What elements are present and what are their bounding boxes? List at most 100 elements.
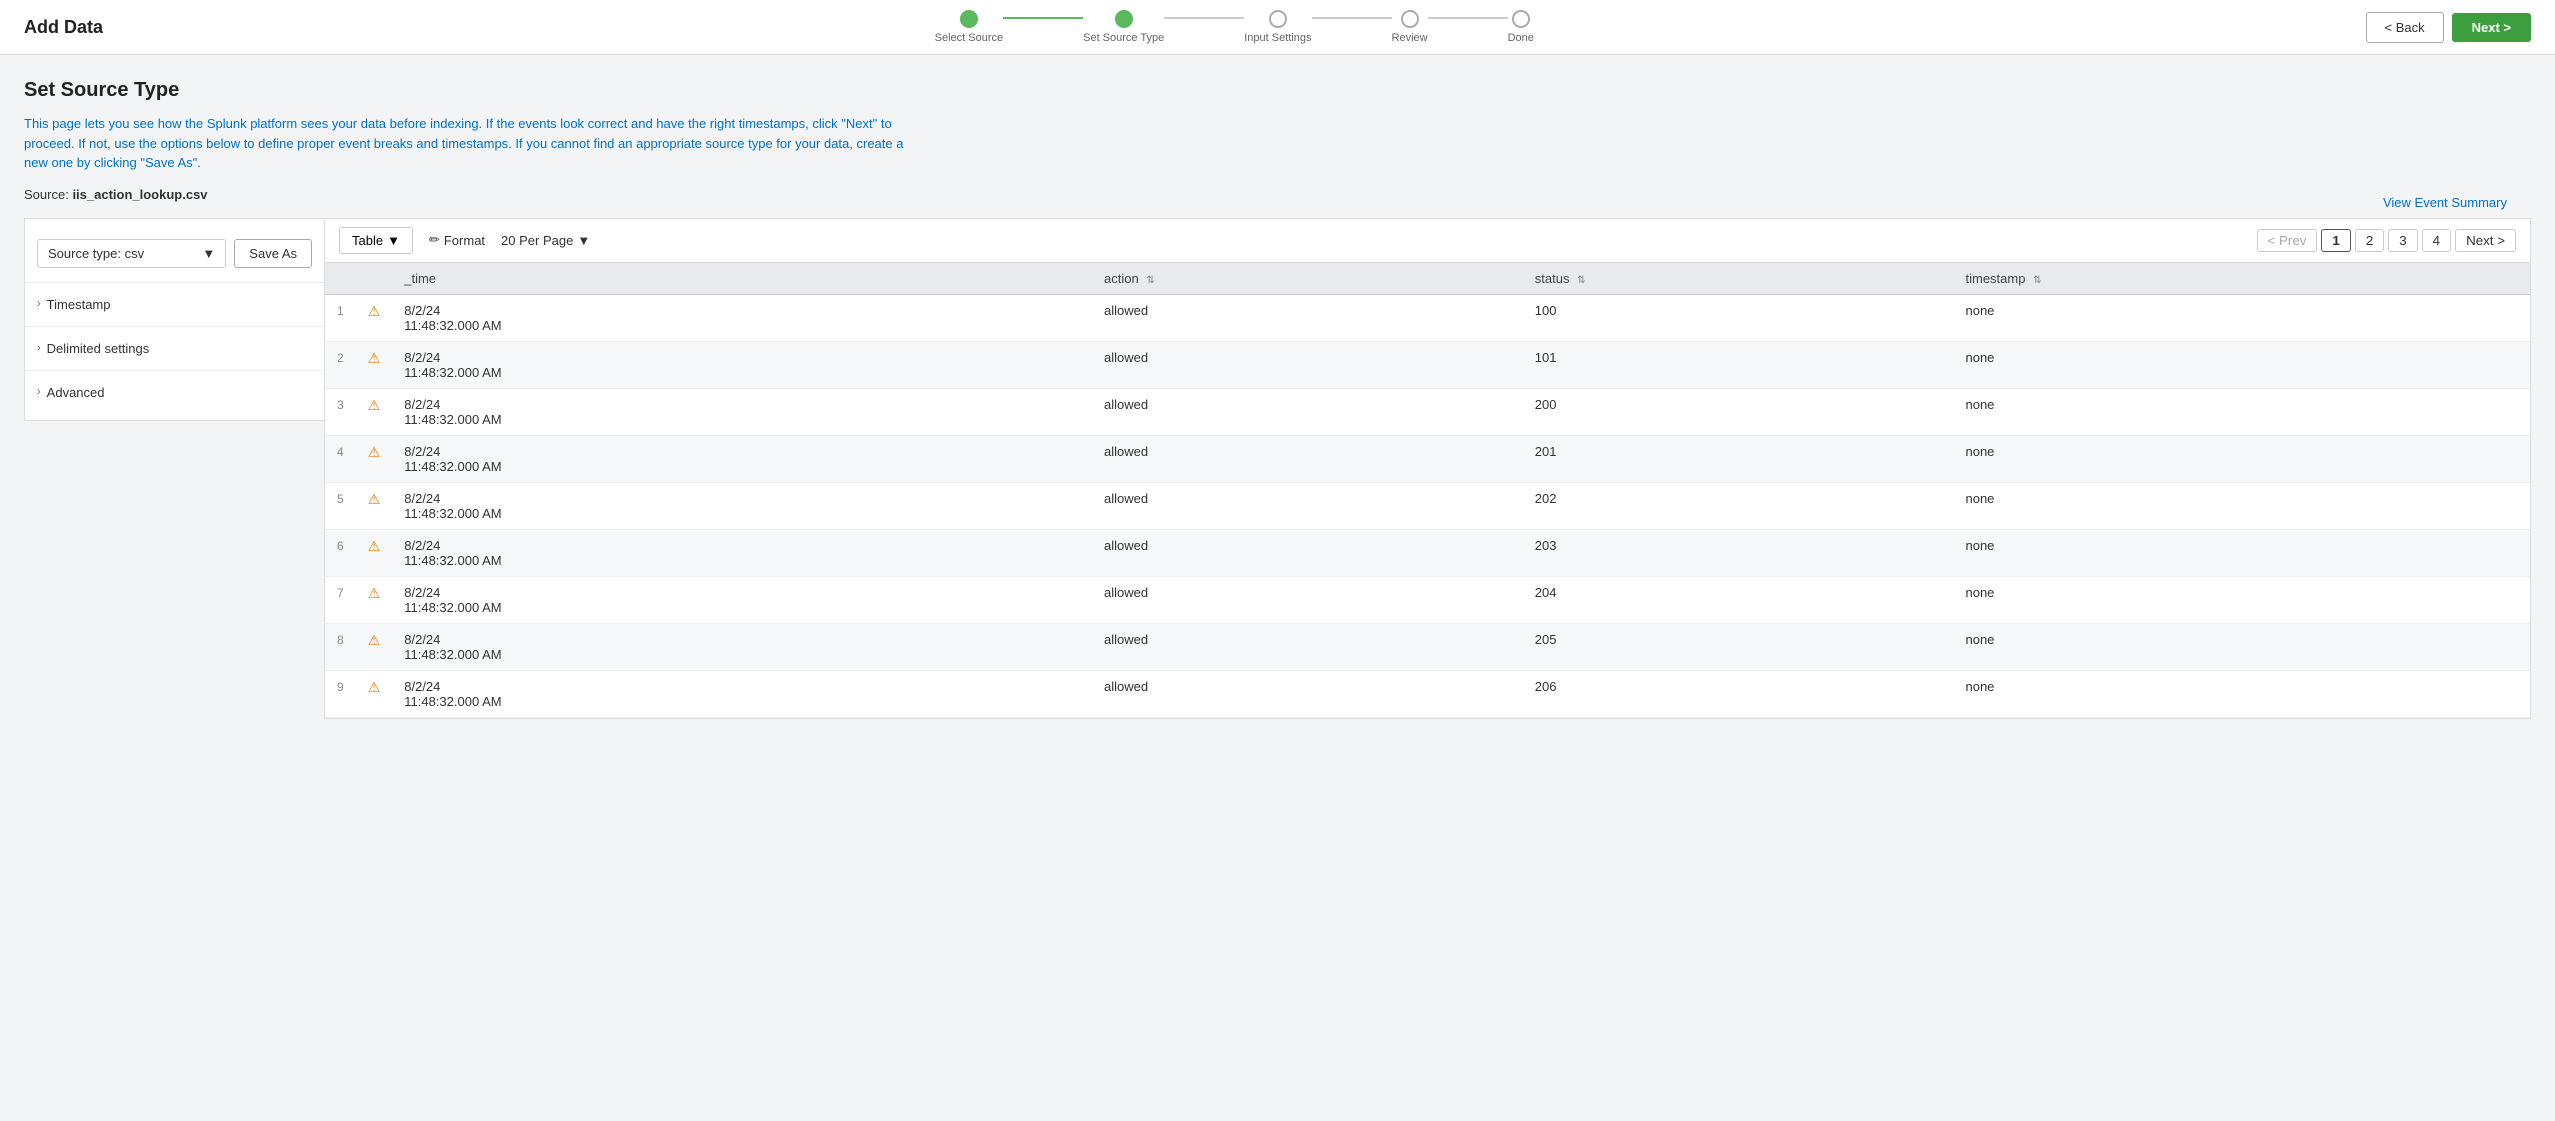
source-value: iis_action_lookup.csv	[72, 187, 207, 202]
row-status-8: 205	[1523, 623, 1954, 670]
format-button[interactable]: ✏ Format	[429, 232, 485, 248]
panel-section-timestamp[interactable]: › Timestamp	[25, 289, 324, 320]
row-warn-3: ⚠	[356, 388, 393, 435]
source-type-label: Source type: csv	[48, 246, 144, 261]
back-button[interactable]: < Back	[2366, 12, 2444, 43]
row-action-5: allowed	[1092, 482, 1523, 529]
panel-divider-2	[25, 326, 324, 327]
page-2-button[interactable]: 2	[2355, 229, 2384, 252]
table-row: 4 ⚠ 8/2/24 11:48:32.000 AM allowed 201 n…	[325, 435, 2530, 482]
set-source-type-title: Set Source Type	[24, 79, 2531, 102]
warning-icon: ⚠	[368, 538, 381, 554]
page-3-button[interactable]: 3	[2388, 229, 2417, 252]
row-time-2: 8/2/24 11:48:32.000 AM	[392, 341, 1092, 388]
row-status-1: 100	[1523, 294, 1954, 341]
step-label-5: Done	[1508, 32, 1534, 44]
row-warn-9: ⚠	[356, 670, 393, 717]
row-timestamp-3: none	[1953, 388, 2530, 435]
col-header-warn	[356, 263, 393, 295]
source-row: Source: iis_action_lookup.csv View Event…	[24, 187, 2531, 218]
row-num-7: 7	[325, 576, 356, 623]
row-action-9: allowed	[1092, 670, 1523, 717]
step-label-1: Select Source	[935, 32, 1003, 44]
chevron-icon-delimited: ›	[37, 342, 41, 354]
step-circle-2	[1115, 10, 1133, 28]
row-time-8: 8/2/24 11:48:32.000 AM	[392, 623, 1092, 670]
step-set-source-type: Set Source Type	[1083, 10, 1164, 44]
page-title-header: Add Data	[24, 17, 103, 38]
row-num-9: 9	[325, 670, 356, 717]
view-event-summary-link[interactable]: View Event Summary	[2383, 195, 2507, 210]
dropdown-arrow: ▼	[202, 246, 215, 261]
row-time-3: 8/2/24 11:48:32.000 AM	[392, 388, 1092, 435]
row-num-5: 5	[325, 482, 356, 529]
row-timestamp-2: none	[1953, 341, 2530, 388]
panel-divider-1	[25, 282, 324, 283]
panel-divider-3	[25, 370, 324, 371]
panel-section-delimited[interactable]: › Delimited settings	[25, 333, 324, 364]
row-warn-6: ⚠	[356, 529, 393, 576]
row-action-2: allowed	[1092, 341, 1523, 388]
prev-page-button[interactable]: < Prev	[2257, 229, 2318, 252]
row-num-1: 1	[325, 294, 356, 341]
page-1-button[interactable]: 1	[2321, 229, 2350, 252]
row-time-1: 8/2/24 11:48:32.000 AM	[392, 294, 1092, 341]
row-status-7: 204	[1523, 576, 1954, 623]
wizard-steps: Select Source Set Source Type Input Sett…	[127, 10, 2341, 44]
table-header-row: _time action ⇅ status ⇅ timestamp ⇅	[325, 263, 2530, 295]
format-label: Format	[444, 233, 485, 248]
source-type-row: Source type: csv ▼ Save As	[25, 231, 324, 276]
step-review: Review	[1392, 10, 1428, 44]
warning-icon: ⚠	[368, 585, 381, 601]
per-page-label: 20 Per Page	[501, 233, 573, 248]
warning-icon: ⚠	[368, 491, 381, 507]
row-status-2: 101	[1523, 341, 1954, 388]
source-label: Source:	[24, 187, 69, 202]
step-line-1	[1003, 17, 1083, 19]
col-header-action[interactable]: action ⇅	[1092, 263, 1523, 295]
table-area: Table ▼ ✏ Format 20 Per Page ▼ < Prev 1 …	[324, 218, 2531, 719]
step-circle-3	[1269, 10, 1287, 28]
row-warn-8: ⚠	[356, 623, 393, 670]
table-row: 7 ⚠ 8/2/24 11:48:32.000 AM allowed 204 n…	[325, 576, 2530, 623]
col-header-num	[325, 263, 356, 295]
step-label-4: Review	[1392, 32, 1428, 44]
format-icon: ✏	[429, 232, 440, 248]
step-input-settings: Input Settings	[1244, 10, 1311, 44]
table-toolbar: Table ▼ ✏ Format 20 Per Page ▼ < Prev 1 …	[325, 219, 2530, 263]
row-warn-2: ⚠	[356, 341, 393, 388]
warning-icon: ⚠	[368, 350, 381, 366]
step-select-source: Select Source	[935, 10, 1003, 44]
step-line-4	[1428, 17, 1508, 19]
panel-section-advanced[interactable]: › Advanced	[25, 377, 324, 408]
row-num-4: 4	[325, 435, 356, 482]
table-button[interactable]: Table ▼	[339, 227, 413, 254]
save-as-button[interactable]: Save As	[234, 239, 312, 268]
row-status-9: 206	[1523, 670, 1954, 717]
col-header-status[interactable]: status ⇅	[1523, 263, 1954, 295]
row-warn-4: ⚠	[356, 435, 393, 482]
content-layout: Source type: csv ▼ Save As › Timestamp ›…	[24, 218, 2531, 719]
table-row: 5 ⚠ 8/2/24 11:48:32.000 AM allowed 202 n…	[325, 482, 2530, 529]
row-num-6: 6	[325, 529, 356, 576]
warning-icon: ⚠	[368, 679, 381, 695]
warning-icon: ⚠	[368, 444, 381, 460]
table-label: Table	[352, 233, 383, 248]
per-page-button[interactable]: 20 Per Page ▼	[501, 233, 590, 248]
row-timestamp-5: none	[1953, 482, 2530, 529]
source-type-dropdown[interactable]: Source type: csv ▼	[37, 239, 226, 268]
table-row: 3 ⚠ 8/2/24 11:48:32.000 AM allowed 200 n…	[325, 388, 2530, 435]
row-status-5: 202	[1523, 482, 1954, 529]
warning-icon: ⚠	[368, 632, 381, 648]
next-page-button[interactable]: Next >	[2455, 229, 2516, 252]
page-4-button[interactable]: 4	[2422, 229, 2451, 252]
table-pagination: < Prev 1 2 3 4 Next >	[2257, 229, 2517, 252]
step-label-2: Set Source Type	[1083, 32, 1164, 44]
page-description: This page lets you see how the Splunk pl…	[24, 114, 924, 173]
col-header-timestamp[interactable]: timestamp ⇅	[1953, 263, 2530, 295]
step-done: Done	[1508, 10, 1534, 44]
row-num-3: 3	[325, 388, 356, 435]
row-time-9: 8/2/24 11:48:32.000 AM	[392, 670, 1092, 717]
next-button[interactable]: Next >	[2452, 13, 2531, 42]
row-timestamp-1: none	[1953, 294, 2530, 341]
